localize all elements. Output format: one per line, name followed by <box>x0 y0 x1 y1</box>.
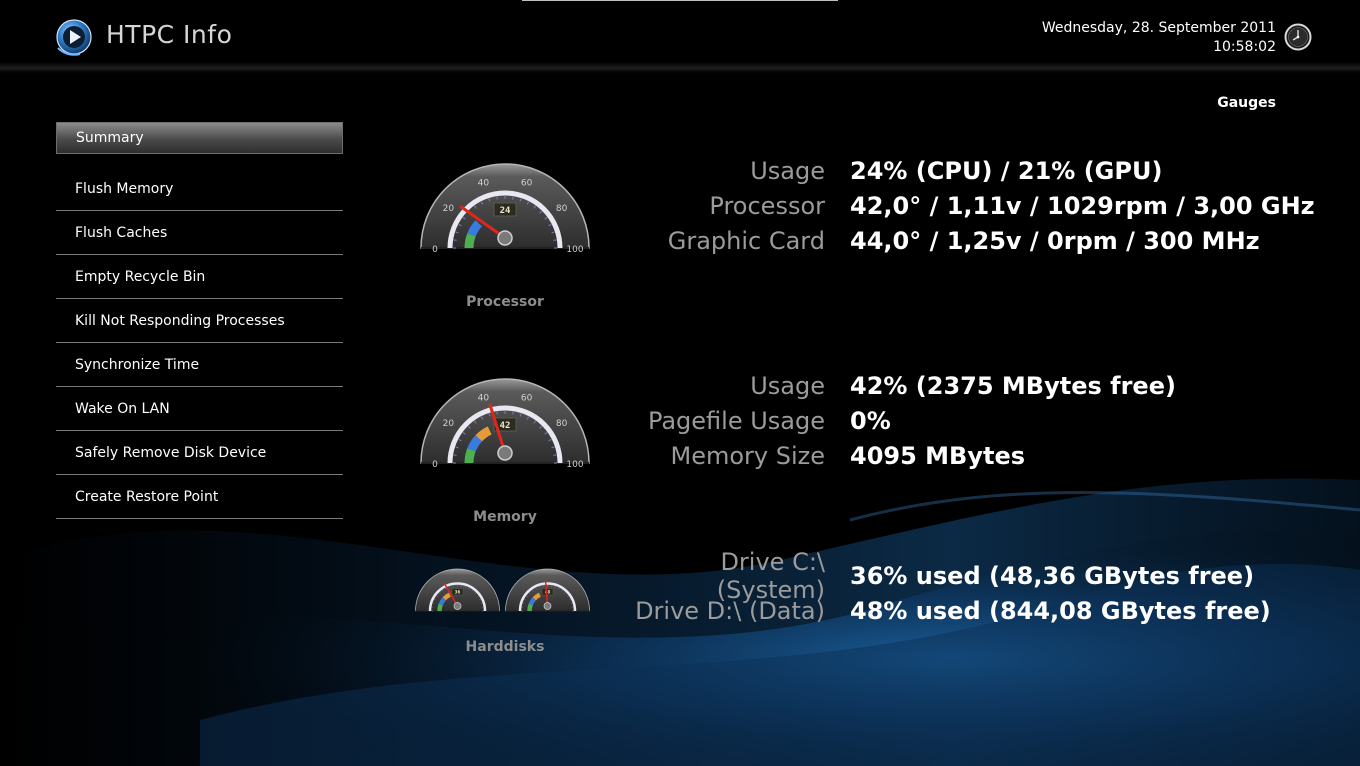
drive-d-gauge: 48 <box>505 568 590 612</box>
gauge-tick-label: 40 <box>478 178 490 188</box>
menu-item-label: Empty Recycle Bin <box>75 268 206 285</box>
stat-row: Usage 24% (CPU) / 21% (GPU) <box>625 153 1315 188</box>
gauge-tick-label: 80 <box>556 204 568 214</box>
stat-label: Pagefile Usage <box>647 406 825 435</box>
stat-label: Drive D:\ (Data) <box>635 596 825 625</box>
menu-item-flush-caches[interactable]: Flush Caches <box>56 211 343 255</box>
menu-item-label: Synchronize Time <box>75 356 200 373</box>
menu-item-label: Summary <box>76 130 144 146</box>
gauge-fill-segment <box>464 448 476 464</box>
harddisks-gauge-caption: Harddisks <box>465 639 545 655</box>
stat-value: 4095 MBytes <box>850 441 1026 470</box>
section-label: Gauges <box>1217 95 1276 111</box>
memory-gauge-caption: Memory <box>473 509 537 525</box>
menu-item-label: Safely Remove Disk Device <box>75 444 267 461</box>
gauge-tick-label: 20 <box>443 419 455 429</box>
app-title: HTPC Info <box>106 20 233 49</box>
sidebar-menu: Summary Flush Memory Flush Caches Empty … <box>56 122 343 519</box>
gauge-hub <box>453 602 462 610</box>
gauge-tick-label: 60 <box>521 178 533 188</box>
header-divider <box>0 62 1360 76</box>
stat-value: 36% used (48,36 GBytes free) <box>850 561 1255 590</box>
stat-row: Graphic Card 44,0° / 1,25v / 0rpm / 300 M… <box>625 223 1315 258</box>
stat-row: Usage 42% (2375 MBytes free) <box>625 368 1176 403</box>
menu-item-empty-recycle-bin[interactable]: Empty Recycle Bin <box>56 255 343 299</box>
gauge-fill-segment <box>527 603 533 612</box>
datetime: Wednesday, 28. September 2011 10:58:02 <box>1042 19 1276 57</box>
gauge-hub <box>497 445 513 461</box>
menu-item-label: Flush Caches <box>75 224 168 241</box>
gauge-tick-label: 40 <box>478 393 490 403</box>
gauge-hub <box>497 230 513 246</box>
stat-label: Memory Size <box>670 441 826 470</box>
menu-item-create-restore-point[interactable]: Create Restore Point <box>56 475 343 519</box>
gauge-readout-value: 42 <box>500 421 511 431</box>
processor-stats: Usage 24% (CPU) / 21% (GPU) Processor 42,0… <box>625 153 1315 258</box>
stat-value: 44,0° / 1,25v / 0rpm / 300 MHz <box>850 226 1260 255</box>
gauge-tick-label: 100 <box>566 245 583 252</box>
htpc-logo-icon <box>56 19 92 56</box>
clock-icon <box>1284 23 1312 51</box>
stat-row: Pagefile Usage 0% <box>625 403 1176 438</box>
time-text: 10:58:02 <box>1213 39 1276 55</box>
gauge-hub <box>543 602 552 610</box>
stat-row: Processor 42,0° / 1,11v / 1029rpm / 3,00 … <box>625 188 1315 223</box>
menu-item-label: Kill Not Responding Processes <box>75 312 285 329</box>
menu-item-label: Create Restore Point <box>75 488 219 505</box>
menu-item-summary[interactable]: Summary <box>56 122 343 154</box>
stat-label: Usage <box>750 371 825 400</box>
gauge-tick-label: 0 <box>432 460 438 467</box>
menu-item-wake-on-lan[interactable]: Wake On LAN <box>56 387 343 431</box>
stat-label: Drive C:\ (System) <box>716 547 825 604</box>
stat-value: 48% used (844,08 GBytes free) <box>850 596 1271 625</box>
gauge-tick-label: 0 <box>432 245 438 252</box>
menu-item-label: Wake On LAN <box>75 400 170 417</box>
gauge-tick-label: 100 <box>566 460 583 467</box>
menu-item-synchronize-time[interactable]: Synchronize Time <box>56 343 343 387</box>
stat-label: Processor <box>709 191 825 220</box>
stat-value: 42,0° / 1,11v / 1029rpm / 3,00 GHz <box>850 191 1315 220</box>
top-highlight-line <box>522 0 838 1</box>
gauge-readout-value: 24 <box>500 206 511 216</box>
stat-value: 42% (2375 MBytes free) <box>850 371 1176 400</box>
memory-stats: Usage 42% (2375 MBytes free) Pagefile Usa… <box>625 368 1176 473</box>
memory-gauge: 0 20 40 60 80 100 42 <box>420 378 590 467</box>
date-text: Wednesday, 28. September 2011 <box>1041 20 1276 36</box>
gauge-tick-label: 60 <box>521 393 533 403</box>
gauge-fill-segment <box>437 603 443 612</box>
stat-row: Drive C:\ (System) 36% used (48,36 GBytes… <box>625 548 1271 604</box>
drive-c-gauge: 36 <box>415 568 500 612</box>
disk-stats: Drive C:\ (System) 36% used (48,36 GBytes… <box>625 548 1271 628</box>
gauge-readout-value: 36 <box>455 590 461 596</box>
menu-item-flush-memory[interactable]: Flush Memory <box>56 167 343 211</box>
gauge-fill-segment <box>464 233 476 249</box>
menu-item-safely-remove-disk[interactable]: Safely Remove Disk Device <box>56 431 343 475</box>
gauge-tick-label: 20 <box>443 204 455 214</box>
stat-row: Drive D:\ (Data) 48% used (844,08 GBytes … <box>625 593 1271 628</box>
processor-gauge-caption: Processor <box>466 294 544 310</box>
menu-item-label: Flush Memory <box>75 180 174 197</box>
menu-item-kill-processes[interactable]: Kill Not Responding Processes <box>56 299 343 343</box>
stat-value: 24% (CPU) / 21% (GPU) <box>850 156 1163 185</box>
gauge-tick-label: 80 <box>556 419 568 429</box>
stat-value: 0% <box>850 406 891 435</box>
processor-gauge: 0 20 40 60 80 100 24 <box>420 163 590 252</box>
stat-label: Usage <box>750 156 825 185</box>
stat-label: Graphic Card <box>667 226 825 255</box>
stat-row: Memory Size 4095 MBytes <box>625 438 1176 473</box>
